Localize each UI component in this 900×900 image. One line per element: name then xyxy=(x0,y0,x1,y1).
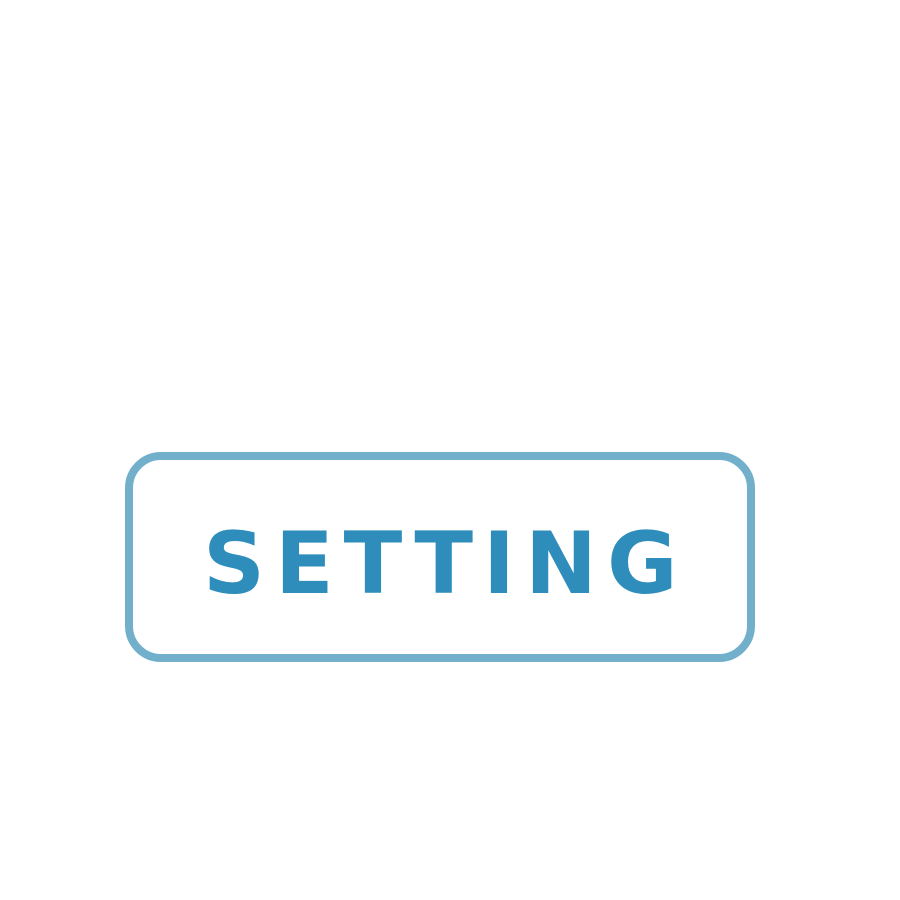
settings-button-label: SETTINGS xyxy=(203,524,673,604)
canvas: SETTINGS xyxy=(0,0,900,900)
settings-button[interactable]: SETTINGS xyxy=(125,452,755,662)
